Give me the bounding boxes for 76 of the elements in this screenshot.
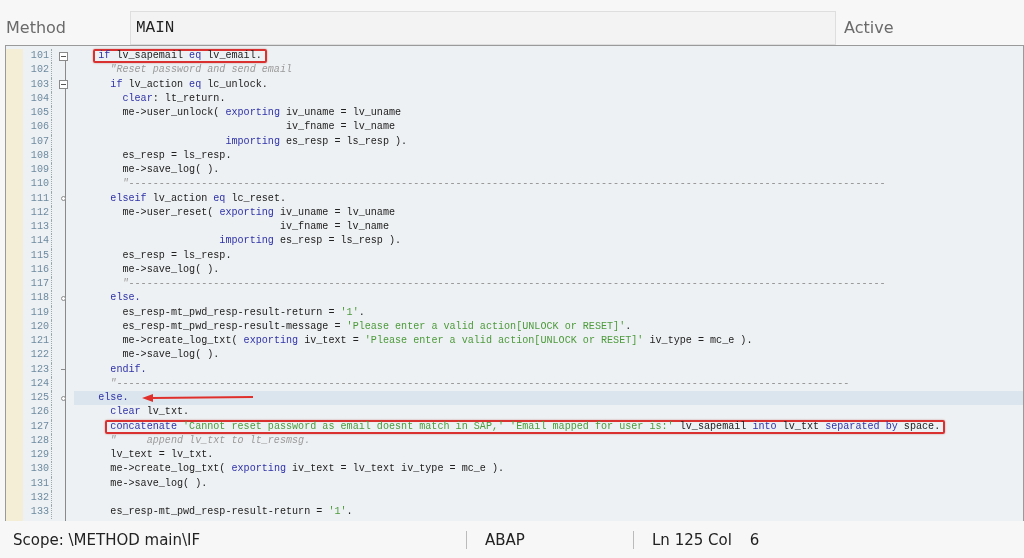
code-line: importing es_resp = ls_resp ). <box>225 134 408 149</box>
line-number: 110 <box>23 177 52 192</box>
code-line: iv_fname = lv_name <box>286 120 396 135</box>
line-number: 102 <box>23 63 52 78</box>
code-line: if lv_action eq lc_unlock. <box>110 77 268 92</box>
code-line: clear: lt_return. <box>122 91 226 106</box>
line-number: 108 <box>23 148 52 163</box>
line-number: 113 <box>23 220 52 235</box>
code-line: iv_fname = lv_name <box>279 220 389 234</box>
fold-dot-icon <box>60 395 66 401</box>
line-number: 115 <box>23 248 52 263</box>
status-label: Active <box>843 18 894 37</box>
scope-label: Scope: \METHOD main\IF <box>12 530 202 549</box>
code-line: es_resp-mt_pwd_resp-result-return = '1'. <box>110 505 353 519</box>
line-number: 111 <box>23 191 52 206</box>
code-line: endif. <box>110 362 147 377</box>
code-line: me->save_log( ). <box>122 262 220 277</box>
line-number: 131 <box>23 476 52 491</box>
line-number: 119 <box>23 305 52 320</box>
line-number: 106 <box>23 120 52 135</box>
line-number: 126 <box>23 405 52 420</box>
column-number: 6 <box>749 530 760 549</box>
method-name-field: MAIN <box>130 10 836 45</box>
code-line: me->create_log_txt( exporting iv_text = 'Please enter a valid action[UNLOCK or RESET]' iv_type = mc_e ). <box>122 334 753 348</box>
line-number: 103 <box>23 77 52 92</box>
code-line: me->user_unlock( exporting iv_uname = lv_uname <box>122 106 402 120</box>
line-number: 129 <box>23 448 52 463</box>
language-label: ABAP <box>466 530 633 549</box>
method-label: Method <box>5 18 67 37</box>
line-number: 127 <box>23 419 52 434</box>
code-line: "----------------------------------------------------------------------------------------------------------------------------- <box>122 277 886 291</box>
line-number: 132 <box>23 490 52 505</box>
line-number: 104 <box>23 91 52 106</box>
code-line: me->save_log( ). <box>122 348 220 363</box>
code-line: "------------------------------------------------------------------------------------------------------------------------- <box>110 376 850 391</box>
code-line: me->create_log_txt( exporting iv_text = lv_text iv_type = mc_e ). <box>110 462 505 477</box>
code-line: es_resp = ls_resp. <box>122 148 232 163</box>
code-line: importing es_resp = ls_resp ). <box>219 234 402 249</box>
line-number: 112 <box>23 205 52 220</box>
line-number: 117 <box>23 277 52 292</box>
line-number: 116 <box>23 262 52 277</box>
line-number: 121 <box>23 334 52 349</box>
code-line: else. <box>98 391 129 405</box>
line-number: 120 <box>23 319 52 334</box>
code-line: me->user_reset( exporting iv_uname = lv_uname <box>122 205 396 220</box>
code-line: lv_text = lv_txt. <box>110 448 214 462</box>
code-line: me->save_log( ). <box>122 163 220 177</box>
line-number: 123 <box>23 362 52 377</box>
line-number: 130 <box>23 462 52 477</box>
line-number: 114 <box>23 234 52 249</box>
fold-end-icon <box>60 368 66 372</box>
line-number: 122 <box>23 348 52 363</box>
code-line: clear lv_txt. <box>110 405 190 420</box>
code-line: elseif lv_action eq lc_reset. <box>110 191 286 206</box>
line-number: 101 <box>23 49 52 64</box>
line-number: 125 <box>23 391 52 406</box>
code-line: me->save_log( ). <box>110 476 208 491</box>
line-number: 109 <box>23 163 52 178</box>
code-line: " append lv_txt to lt_resmsg. <box>110 433 311 448</box>
code-line: "----------------------------------------------------------------------------------------------------------------------------- <box>122 177 886 192</box>
collapse-icon <box>58 51 68 61</box>
line-number: 105 <box>23 106 52 121</box>
line-number: 124 <box>23 376 52 391</box>
fold-dot-icon <box>60 295 66 301</box>
code-line: es_resp-mt_pwd_resp-result-message = 'Please enter a valid action[UNLOCK or RESET]'. <box>122 319 632 334</box>
code-line: "Reset password and send email <box>110 63 293 78</box>
line-number: 107 <box>23 134 52 149</box>
line-number: 118 <box>23 291 52 306</box>
line-number: 133 <box>23 505 52 520</box>
cursor-position: Ln 125 Col <box>652 530 732 549</box>
fold-dot-icon <box>60 196 66 202</box>
line-number: 128 <box>23 433 52 448</box>
code-line: es_resp-mt_pwd_resp-result-return = '1'. <box>122 305 365 320</box>
code-line: else. <box>110 291 141 306</box>
collapse-icon <box>58 80 68 90</box>
code-line: es_resp = ls_resp. <box>122 248 232 263</box>
